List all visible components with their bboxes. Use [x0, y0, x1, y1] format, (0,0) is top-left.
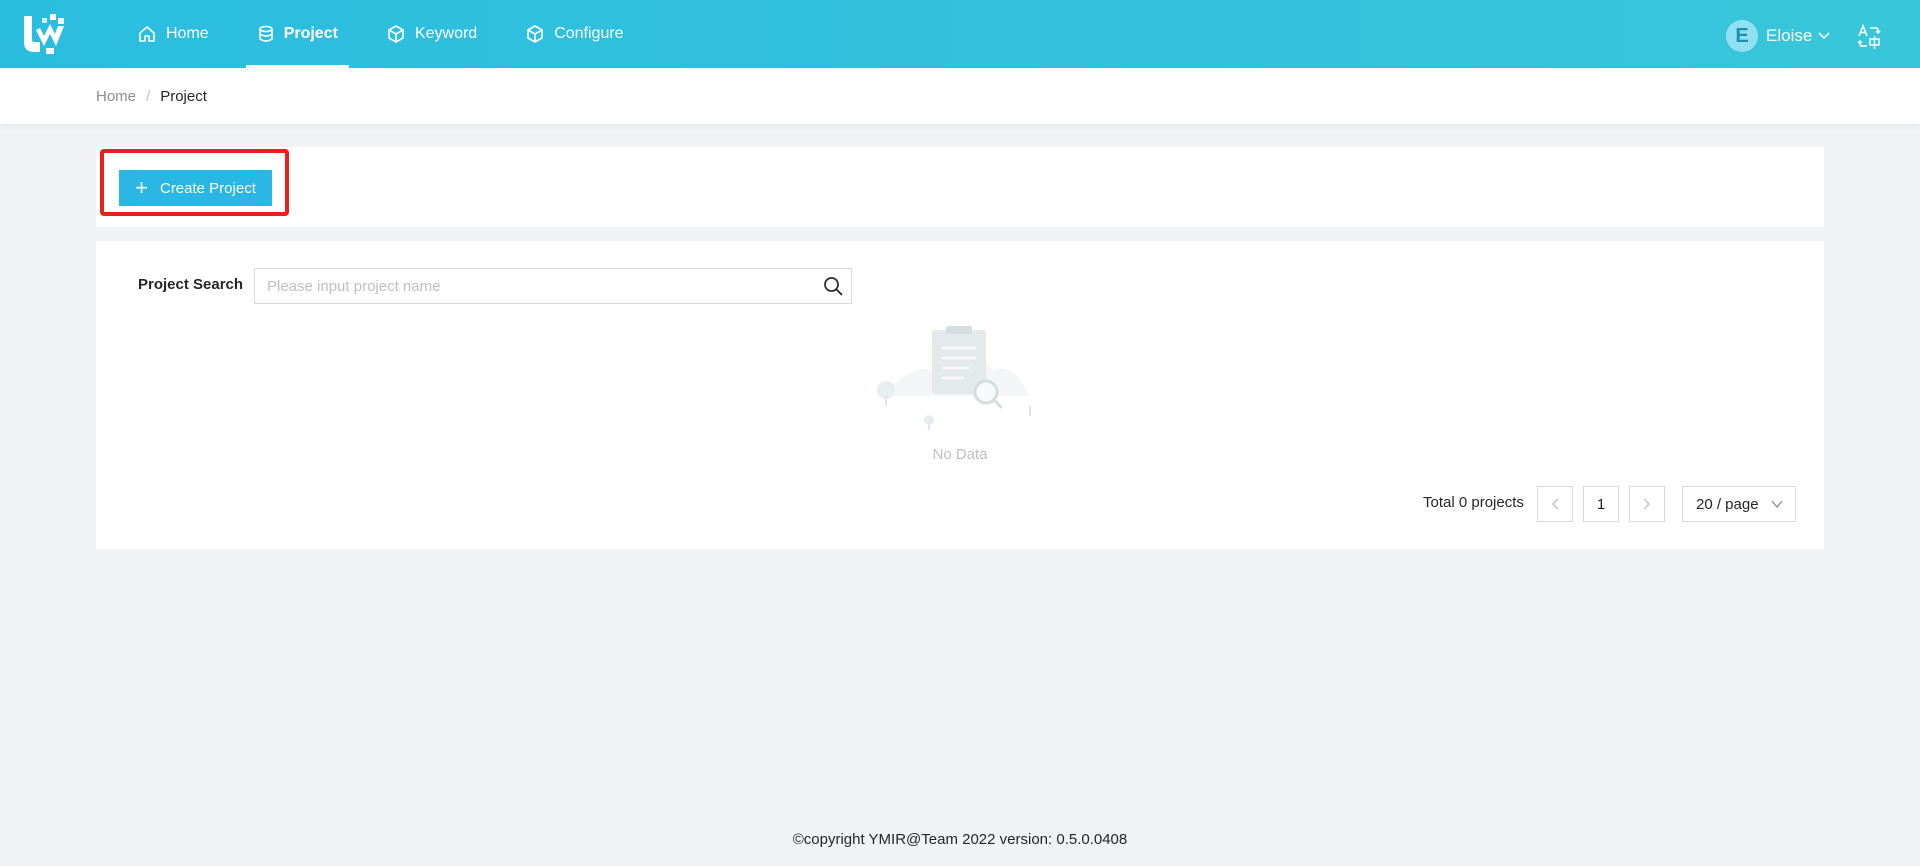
pagination-next-button[interactable] [1629, 486, 1665, 522]
breadcrumb: Home / Project [96, 88, 207, 105]
search-input[interactable] [255, 269, 815, 303]
nav-item-keyword[interactable]: Keyword [369, 0, 494, 68]
nav-item-label: Project [283, 25, 338, 42]
breadcrumb-home-link[interactable]: Home [96, 88, 136, 105]
nav-item-label: Home [166, 25, 209, 42]
page-size-value: 20 / page [1696, 495, 1759, 513]
breadcrumb-separator: / [146, 88, 151, 105]
chevron-down-icon [1771, 500, 1783, 509]
plus-icon: + [135, 175, 148, 200]
page-size-select[interactable]: 20 / page [1682, 486, 1796, 522]
search-box [254, 268, 852, 304]
main-nav: Home Project Keyword Configure [120, 0, 655, 68]
create-project-button[interactable]: + Create Project [119, 170, 272, 206]
cube-icon [527, 25, 543, 43]
pagination-total: Total 0 projects [1423, 494, 1524, 511]
action-card [96, 147, 1824, 227]
nav-item-project[interactable]: Project [240, 0, 355, 68]
search-label: Project Search [138, 276, 244, 293]
search-icon[interactable] [815, 269, 851, 303]
breadcrumb-current: Project [160, 88, 207, 105]
user-menu[interactable]: E Eloise [1726, 20, 1830, 52]
chevron-down-icon [1818, 32, 1830, 40]
empty-state-text: No Data [932, 446, 988, 463]
language-switch-icon[interactable] [1856, 23, 1882, 50]
nav-item-label: Keyword [414, 25, 478, 42]
cube-icon [388, 25, 404, 43]
nav-item-configure[interactable]: Configure [508, 0, 640, 68]
pagination-prev-button[interactable] [1537, 486, 1573, 522]
top-header: Home Project Keyword Configure E Eloise [0, 0, 1920, 68]
app-logo[interactable] [20, 12, 68, 58]
pagination-page-1[interactable]: 1 [1583, 486, 1619, 522]
database-icon [258, 25, 273, 42]
chevron-right-icon [1643, 498, 1650, 510]
empty-state-illustration [874, 326, 1034, 436]
breadcrumb-bar: Home / Project [0, 68, 1920, 124]
chevron-left-icon [1552, 498, 1559, 510]
nav-item-label: Configure [554, 25, 624, 42]
avatar: E [1726, 20, 1758, 52]
home-icon [139, 26, 155, 42]
nav-item-home[interactable]: Home [120, 0, 226, 68]
create-project-label: Create Project [159, 179, 256, 197]
user-name: Eloise [1766, 26, 1813, 45]
footer-copyright: ©copyright YMIR@Team 2022 version: 0.5.0… [792, 831, 1128, 848]
